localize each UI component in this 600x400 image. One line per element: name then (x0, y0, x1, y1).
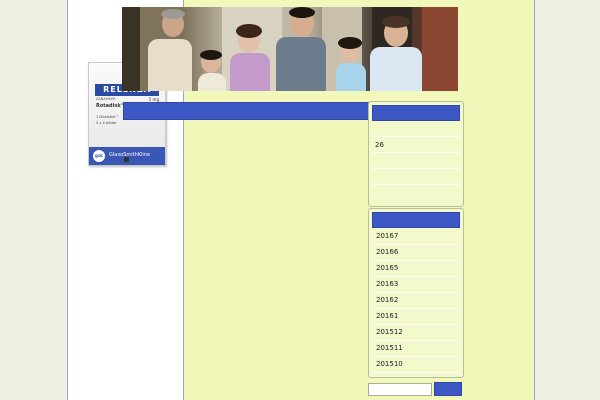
gsk-logo-icon: gsk (93, 150, 105, 162)
product-line-1: 1 Diskhaler™ (96, 115, 120, 119)
widget-divider (372, 136, 460, 137)
person-girl (334, 7, 368, 91)
archive-item[interactable]: 20161 (372, 308, 460, 325)
list-bullet (124, 157, 129, 162)
archive-item[interactable]: 20167 (372, 228, 460, 245)
sidebar-widget-calendar: 26 (368, 101, 464, 207)
archive-link[interactable]: 20162 (376, 296, 398, 304)
archive-link[interactable]: 201512 (376, 328, 403, 336)
product-maker: GlaxoSmithKline (109, 152, 151, 158)
widget-header (372, 105, 460, 121)
archive-item[interactable]: 201512 (372, 324, 460, 341)
person-grandmother (368, 7, 424, 91)
sidebar-widget-archives: 20167 20166 20165 20163 20162 20161 2015… (368, 208, 464, 378)
search-input[interactable] (368, 383, 432, 396)
product-subtitle: ZANAMIVIR (96, 97, 116, 101)
widget-header (372, 212, 460, 228)
archive-link[interactable]: 20161 (376, 312, 398, 320)
person-father (274, 7, 328, 91)
person-boy (196, 7, 230, 91)
archive-link[interactable]: 20166 (376, 248, 398, 256)
product-name: Rotadisk™ (96, 103, 126, 109)
archive-link[interactable]: 20167 (376, 232, 398, 240)
widget-item[interactable]: 26 (375, 141, 384, 149)
widget-divider (372, 152, 460, 153)
product-line-2: 5 x 4 blister (96, 121, 117, 125)
archive-item[interactable]: 20166 (372, 244, 460, 261)
search-button[interactable] (434, 382, 462, 396)
product-footer: gsk GlaxoSmithKline (89, 147, 165, 165)
widget-divider (372, 184, 460, 185)
person-mother (226, 7, 272, 91)
archive-link[interactable]: 201510 (376, 360, 403, 368)
widget-divider (372, 168, 460, 169)
archive-item[interactable]: 20162 (372, 292, 460, 309)
header-photo (122, 7, 458, 91)
archive-item[interactable]: 201511 (372, 340, 460, 357)
person-grandfather (144, 7, 194, 91)
archive-item[interactable]: 20165 (372, 260, 460, 277)
archive-item[interactable]: 20163 (372, 276, 460, 293)
archive-item[interactable]: 201510 (372, 356, 460, 373)
archive-link[interactable]: 20165 (376, 264, 398, 272)
archive-link[interactable]: 201511 (376, 344, 403, 352)
archive-link[interactable]: 20163 (376, 280, 398, 288)
